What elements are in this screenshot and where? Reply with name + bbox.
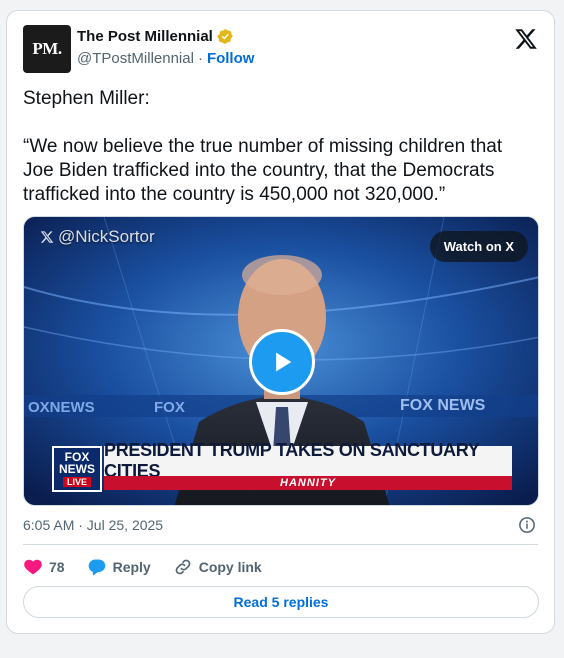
- info-icon[interactable]: [518, 516, 536, 534]
- avatar[interactable]: PM.: [23, 25, 71, 73]
- watermark-text: @NickSortor: [58, 227, 155, 246]
- chyron-live: LIVE: [62, 477, 91, 487]
- link-icon: [175, 559, 191, 575]
- fox-news-logo: FOX NEWS LIVE: [52, 446, 102, 492]
- reply-label: Reply: [112, 559, 151, 575]
- play-button[interactable]: [249, 329, 315, 395]
- chyron-headline: PRESIDENT TRUMP TAKES ON SANCTUARY CITIE…: [104, 440, 512, 481]
- reply-button[interactable]: Reply: [87, 557, 151, 577]
- chyron-show-name: HANNITY: [104, 476, 512, 490]
- tweet-timestamp[interactable]: 6:05 AM · Jul 25, 2025: [23, 517, 163, 533]
- reply-bubble-icon: [88, 559, 105, 576]
- read-replies-button[interactable]: Read 5 replies: [23, 586, 539, 618]
- tweet-card: PM. The Post Millennial @TPostMillennial…: [6, 10, 555, 634]
- tweet-actions: 78 Reply Copy link: [23, 556, 284, 578]
- play-icon: [276, 352, 292, 372]
- svg-text:FOX: FOX: [154, 399, 185, 416]
- copy-link-button[interactable]: Copy link: [173, 557, 262, 577]
- heart-icon: [24, 559, 42, 575]
- news-chyron: FOX NEWS LIVE PRESIDENT TRUMP TAKES ON S…: [52, 440, 512, 492]
- handle-separator: ·: [197, 50, 203, 67]
- like-count: 78: [49, 559, 65, 575]
- follow-button[interactable]: Follow: [207, 50, 255, 67]
- x-logo-icon[interactable]: [514, 27, 538, 51]
- author-handle-row: @TPostMillennial · Follow: [77, 50, 254, 67]
- avatar-text: PM.: [32, 39, 62, 58]
- like-button[interactable]: 78: [23, 557, 65, 577]
- copy-link-label: Copy link: [198, 559, 262, 575]
- author-display-name[interactable]: The Post Millennial: [77, 28, 213, 45]
- video-media[interactable]: OXNEWS FOX FOX NEWS @NickSortor Watch on…: [23, 216, 539, 506]
- author-name-row: The Post Millennial: [77, 28, 234, 45]
- tweet-text: Stephen Miller: “We now believe the true…: [23, 88, 503, 205]
- x-watermark-icon: [40, 231, 54, 243]
- svg-text:OXNEWS: OXNEWS: [28, 399, 95, 416]
- verified-badge-icon: [217, 29, 233, 44]
- svg-text:FOX NEWS: FOX NEWS: [400, 397, 486, 414]
- watch-on-x-button[interactable]: Watch on X: [429, 231, 528, 262]
- divider: [23, 544, 538, 545]
- video-watermark: @NickSortor: [40, 227, 155, 247]
- author-handle[interactable]: @TPostMillennial: [77, 50, 194, 67]
- chyron-logo-bottom: NEWS: [59, 462, 95, 476]
